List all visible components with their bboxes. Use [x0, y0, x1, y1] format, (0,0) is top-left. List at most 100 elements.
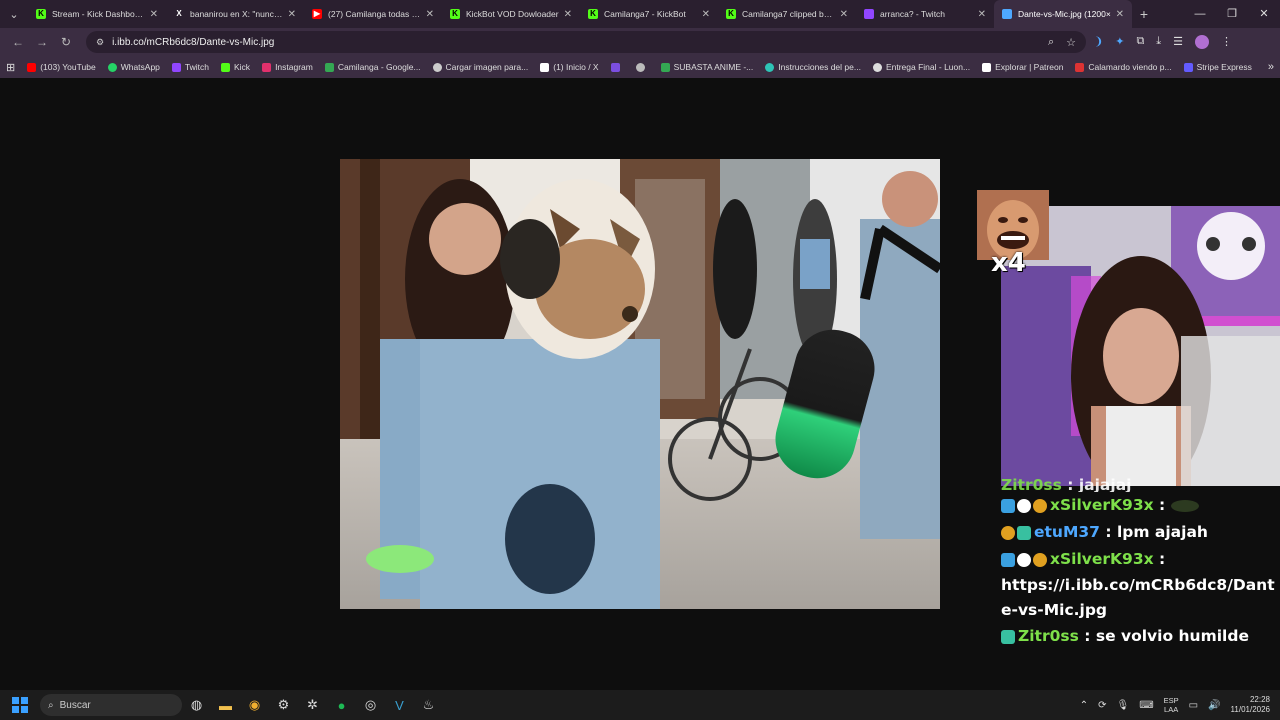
- profile-avatar[interactable]: [1195, 35, 1210, 49]
- whatsapp-icon: [107, 62, 117, 72]
- bookmark-item[interactable]: [610, 62, 624, 72]
- bookmark-item[interactable]: Stripe Express: [1183, 62, 1252, 72]
- bookmark-item[interactable]: Explorar | Patreon: [982, 62, 1063, 72]
- new-tab-button[interactable]: +: [1132, 6, 1156, 22]
- globe-icon: [635, 62, 645, 72]
- tab-search-button[interactable]: ⌄: [0, 0, 28, 28]
- windows-taskbar: ⌕ Buscar ◍ ▬ ◉ ⚙ ✲ ● ◎ V ♨ ⌃ ⟳ 🎙 ⌨ ESP LA…: [0, 690, 1280, 720]
- back-icon[interactable]: ←: [6, 35, 30, 49]
- close-tab-icon[interactable]: ✕: [702, 9, 710, 20]
- steam-client-icon[interactable]: ♨: [414, 690, 443, 720]
- app-icon[interactable]: ◎: [356, 690, 385, 720]
- restore-icon[interactable]: ❐: [1216, 0, 1248, 28]
- browser-tab[interactable]: arranca? - Twitch ✕: [856, 1, 994, 27]
- twitch-icon: [171, 62, 181, 72]
- chat-message: xSilverK93x :: [1001, 546, 1280, 573]
- windows-logo-icon: [12, 697, 28, 713]
- file-explorer-icon[interactable]: ▬: [211, 690, 240, 720]
- copilot-icon[interactable]: ◍: [182, 690, 211, 720]
- bits-badge-icon: [1033, 552, 1047, 567]
- page-viewport: x4 Zitr0ss : jajajaj xSilverK93x : etuM3…: [0, 78, 1280, 690]
- display-icon[interactable]: ▭: [1189, 700, 1198, 711]
- browser-tab[interactable]: K KickBot VOD Dowloader ✕: [442, 1, 580, 27]
- close-tab-icon[interactable]: ✕: [978, 9, 986, 20]
- chat-text: : lpm ajajah: [1105, 523, 1208, 541]
- minimize-icon[interactable]: —: [1184, 0, 1216, 28]
- v-app-icon[interactable]: V: [385, 690, 414, 720]
- purple-app-icon: [610, 62, 620, 72]
- displayed-image[interactable]: [340, 159, 940, 609]
- browser-tab[interactable]: K Camilanga7 clipped by Ze ✕: [718, 1, 856, 27]
- bookmark-item[interactable]: Kick: [221, 62, 250, 72]
- start-button[interactable]: [0, 690, 40, 720]
- keyboard-icon[interactable]: ⌨: [1139, 700, 1153, 711]
- volume-icon[interactable]: 🔊: [1208, 700, 1220, 711]
- url-text: i.ibb.co/mCRb6dc8/Dante-vs-Mic.jpg: [112, 36, 275, 48]
- browser-tab[interactable]: ▶ (27) Camilanga todas las ✕: [304, 1, 442, 27]
- menu-icon[interactable]: ⋮: [1221, 35, 1232, 49]
- steam-icon[interactable]: ⚙: [269, 690, 298, 720]
- bookmark-item[interactable]: [635, 62, 649, 72]
- download-icon[interactable]: ⤓: [1156, 35, 1161, 49]
- more-bookmarks-icon[interactable]: »: [1268, 61, 1274, 73]
- upload-icon: [432, 62, 442, 72]
- apps-icon[interactable]: ⊞: [6, 61, 15, 74]
- microphone-icon[interactable]: 🎙: [1116, 700, 1129, 711]
- bookmark-item[interactable]: Cargar imagen para...: [432, 62, 528, 72]
- forward-icon[interactable]: →: [30, 35, 54, 49]
- browser-tab[interactable]: K Stream - Kick Dashboard ✕: [28, 1, 166, 27]
- sync-icon[interactable]: ⟳: [1098, 700, 1106, 711]
- site-info-icon[interactable]: ⚙: [96, 37, 104, 48]
- bookmark-item[interactable]: Twitch: [171, 62, 209, 72]
- meme-photo: [340, 159, 940, 609]
- browser-tab-active[interactable]: Dante-vs-Mic.jpg (1200× ✕: [994, 0, 1132, 28]
- user-badges: [1001, 552, 1047, 567]
- language-indicator[interactable]: ESP LAA: [1164, 696, 1179, 714]
- user-badges: [1001, 525, 1031, 540]
- bookmark-star-icon[interactable]: ☆: [1066, 36, 1076, 49]
- x-icon: [540, 62, 550, 72]
- bookmarks-bar: ⊞ (103) YouTube WhatsApp Twitch Kick Ins…: [0, 56, 1280, 78]
- image-icon: [1002, 9, 1012, 19]
- bookmark-item[interactable]: WhatsApp: [107, 62, 160, 72]
- emote-count: x4: [991, 248, 1026, 278]
- chat-text: :: [1159, 496, 1166, 514]
- zoom-icon[interactable]: ⌕: [1048, 36, 1054, 49]
- chrome-icon[interactable]: ◉: [240, 690, 269, 720]
- sheets-icon: [660, 62, 670, 72]
- kick-icon: K: [588, 9, 598, 19]
- kick-icon: K: [450, 9, 460, 19]
- bookmark-item[interactable]: SUBASTA ANIME -...: [660, 62, 753, 72]
- reading-list-icon[interactable]: ☰: [1173, 35, 1183, 49]
- bookmark-item[interactable]: Instagram: [262, 62, 313, 72]
- chevron-up-icon[interactable]: ⌃: [1080, 700, 1088, 711]
- reload-icon[interactable]: ↻: [54, 35, 78, 49]
- taskbar-search[interactable]: ⌕ Buscar: [40, 694, 182, 716]
- bits-badge-icon: [1033, 498, 1047, 513]
- close-tab-icon[interactable]: ✕: [564, 9, 572, 20]
- user-badges: [1001, 498, 1047, 513]
- close-tab-icon[interactable]: ✕: [150, 9, 158, 20]
- translate-icon[interactable]: ✦: [1115, 35, 1124, 49]
- bookmark-item[interactable]: Entrega Final - Luon...: [872, 62, 970, 72]
- browser-tab[interactable]: K Camilanga7 - KickBot ✕: [580, 1, 718, 27]
- clock[interactable]: 22:28 11/01/2026: [1231, 695, 1270, 715]
- browser-tab[interactable]: Xbananirou en X: "nunca p ✕: [166, 1, 304, 27]
- address-bar[interactable]: ⚙ i.ibb.co/mCRb6dc8/Dante-vs-Mic.jpg ⌕ ☆: [86, 31, 1086, 53]
- close-tab-icon[interactable]: ✕: [840, 9, 848, 20]
- settings-icon[interactable]: ✲: [298, 690, 327, 720]
- close-tab-icon[interactable]: ✕: [1116, 9, 1124, 20]
- extension-icon[interactable]: ❩: [1094, 35, 1103, 49]
- bookmark-item[interactable]: (1) Inicio / X: [540, 62, 599, 72]
- bookmark-item[interactable]: (103) YouTube: [27, 62, 96, 72]
- close-window-icon[interactable]: ✕: [1248, 0, 1280, 28]
- close-tab-icon[interactable]: ✕: [288, 9, 296, 20]
- bookmark-item[interactable]: Calamardo viendo p...: [1075, 62, 1172, 72]
- spotify-icon[interactable]: ●: [327, 690, 356, 720]
- puzzle-icon[interactable]: ⧉: [1136, 35, 1144, 49]
- bookmark-item[interactable]: Instrucciones del pe...: [765, 62, 861, 72]
- bookmark-item[interactable]: Camilanga - Google...: [324, 62, 421, 72]
- hat-emote-icon: [1170, 499, 1199, 512]
- chat-text: :: [1159, 550, 1166, 568]
- close-tab-icon[interactable]: ✕: [426, 9, 434, 20]
